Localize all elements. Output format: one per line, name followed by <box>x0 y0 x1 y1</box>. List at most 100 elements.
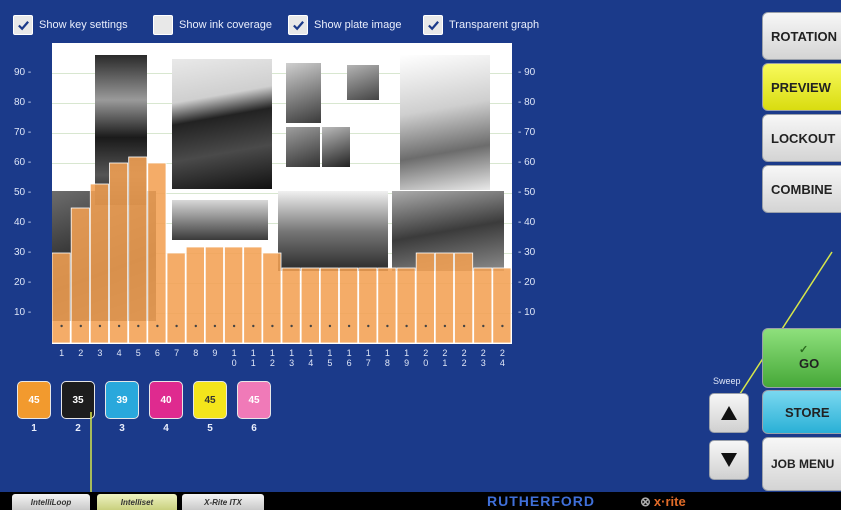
x-tick-label: 19 <box>404 348 410 368</box>
ink-key-chart[interactable] <box>52 43 512 344</box>
ink-key-bar[interactable] <box>415 252 435 344</box>
rotation-button[interactable]: ROTATION <box>762 12 841 60</box>
y-tick-label: 30 - <box>14 247 32 258</box>
transparent-graph-toggle[interactable]: Transparent graph <box>423 15 539 35</box>
checkbox-checked-icon[interactable] <box>13 15 33 35</box>
checkbox-unchecked-icon[interactable] <box>153 15 173 35</box>
triangle-up-icon <box>721 406 737 420</box>
key-marker <box>347 324 351 328</box>
tab-xrite-itx[interactable]: X-Rite ITX <box>182 494 264 510</box>
ink-unit-number: 3 <box>119 423 125 434</box>
y-tick-label: 70 - <box>14 127 32 138</box>
ink-key-bar[interactable] <box>492 267 512 344</box>
preview-button[interactable]: PREVIEW <box>762 63 841 111</box>
ink-key-bar[interactable] <box>52 252 71 344</box>
y-tick-label: 20 - <box>14 277 32 288</box>
ink-key-bar[interactable] <box>319 267 339 344</box>
key-marker <box>117 324 121 328</box>
ink-swatch[interactable]: 45 <box>193 381 227 419</box>
key-marker <box>175 324 178 328</box>
y-tick-label: 80 - <box>14 97 32 108</box>
y-tick-label: - 20 <box>518 277 536 288</box>
ink-key-bar[interactable] <box>128 156 148 344</box>
key-marker <box>386 324 389 328</box>
checkbox-checked-icon[interactable] <box>423 15 443 35</box>
x-tick-label: 21 <box>442 348 448 368</box>
ink-key-bar[interactable] <box>473 267 493 344</box>
combine-label: COMBINE <box>771 181 833 197</box>
x-tick-label: 4 <box>116 348 122 358</box>
x-tick-label: 17 <box>365 348 371 368</box>
y-tick-label: - 90 <box>518 67 536 78</box>
xrite-itx-label: X-Rite ITX <box>204 497 242 507</box>
ink-key-bar[interactable] <box>89 183 109 344</box>
tab-intelliloop[interactable]: IntelliLoop <box>12 494 90 510</box>
key-marker <box>367 324 370 328</box>
display-options-bar: Show key settings Show ink coverage Show… <box>0 0 760 44</box>
x-tick-label: 9 <box>212 348 218 358</box>
ink-key-bar[interactable] <box>434 252 454 344</box>
ink-key-bar[interactable] <box>300 267 320 344</box>
ink-key-bar[interactable] <box>166 252 186 344</box>
ink-key-bar[interactable] <box>147 162 167 344</box>
key-marker <box>443 324 447 328</box>
x-tick-label: 20 <box>423 348 429 368</box>
ink-key-bar[interactable] <box>454 252 474 344</box>
ink-swatch[interactable]: 45 <box>17 381 51 419</box>
sweep-down-button[interactable] <box>709 440 749 480</box>
x-tick-label: 18 <box>384 348 390 368</box>
ink-key-bar[interactable] <box>358 267 378 344</box>
sweep-up-button[interactable] <box>709 393 749 433</box>
store-button[interactable]: STORE <box>762 390 841 434</box>
x-tick-label: 15 <box>327 348 333 368</box>
go-button[interactable]: ✓ GO <box>762 328 841 388</box>
key-marker <box>424 324 427 328</box>
ink-swatch[interactable]: 35 <box>61 381 95 419</box>
show-key-settings-label: Show key settings <box>39 19 128 31</box>
ink-key-bar[interactable] <box>109 162 129 344</box>
key-marker <box>482 324 485 328</box>
xrite-mark-icon: ⊗ <box>640 494 651 509</box>
ink-swatch[interactable]: 40 <box>149 381 183 419</box>
ink-key-bar[interactable] <box>204 246 224 344</box>
key-marker <box>271 324 274 328</box>
key-marker <box>137 324 140 328</box>
job-menu-button[interactable]: JOB MENU <box>762 437 841 491</box>
show-ink-coverage-toggle[interactable]: Show ink coverage <box>153 15 272 35</box>
tab-intelliset[interactable]: Intelliset <box>97 494 177 510</box>
show-ink-coverage-label: Show ink coverage <box>179 19 272 31</box>
key-marker <box>156 324 159 328</box>
ink-unit-number: 2 <box>75 423 81 434</box>
key-marker <box>194 324 197 328</box>
ink-swatch[interactable]: 45 <box>237 381 271 419</box>
ink-key-bar[interactable] <box>262 252 282 344</box>
ink-key-bar[interactable] <box>185 246 205 344</box>
x-tick-label: 10 <box>231 348 237 368</box>
x-tick-label: 13 <box>289 348 295 368</box>
transparent-graph-label: Transparent graph <box>449 19 540 31</box>
checkbox-checked-icon[interactable] <box>288 15 308 35</box>
ink-swatch[interactable]: 39 <box>105 381 139 419</box>
y-tick-label: - 10 <box>518 307 536 318</box>
x-tick-label: 6 <box>154 348 160 358</box>
ink-key-bar[interactable] <box>339 267 359 344</box>
lockout-button[interactable]: LOCKOUT <box>762 114 841 162</box>
ink-key-bars <box>52 156 512 344</box>
show-key-settings-toggle[interactable]: Show key settings <box>13 15 128 35</box>
ink-key-bar[interactable] <box>281 267 301 344</box>
xrite-text: x·rite <box>653 494 686 509</box>
x-tick-label: 23 <box>480 348 486 368</box>
show-plate-image-toggle[interactable]: Show plate image <box>288 15 401 35</box>
ink-key-bar[interactable] <box>396 267 416 344</box>
key-marker <box>213 324 217 328</box>
y-tick-label: 60 - <box>14 157 32 168</box>
go-label: GO <box>799 356 820 371</box>
ink-key-bar[interactable] <box>224 246 244 344</box>
x-tick-label: 14 <box>308 348 314 368</box>
combine-button[interactable]: COMBINE <box>762 165 841 213</box>
ink-key-bar[interactable] <box>243 246 263 344</box>
ink-unit-number: 4 <box>163 423 169 434</box>
ink-key-bar[interactable] <box>377 267 397 344</box>
ink-key-bar[interactable] <box>70 207 90 344</box>
triangle-down-icon <box>721 453 737 467</box>
